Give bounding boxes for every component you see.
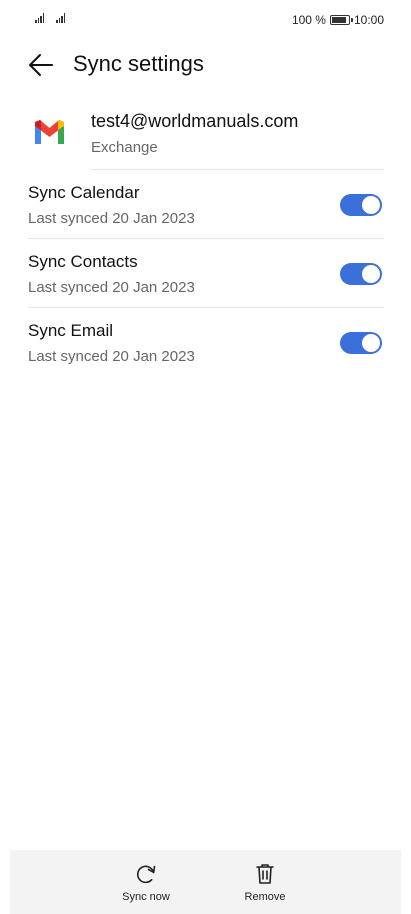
remove-button[interactable]: Remove [230,850,300,914]
status-right: 100 % 10:00 [292,13,384,27]
battery-percent: 100 % [291,13,326,27]
sync-item-title: Sync Contacts [28,252,138,271]
sync-item-contacts[interactable]: Sync Contacts Last synced 20 Jan 2023 [0,239,411,308]
sync-item-last-synced: Last synced 20 Jan 2023 [28,210,195,227]
sync-item-last-synced: Last synced 20 Jan 2023 [28,279,195,296]
sync-now-label: Sync now [122,891,170,903]
sync-item-calendar[interactable]: Sync Calendar Last synced 20 Jan 2023 [0,170,411,239]
account-type: Exchange [91,139,158,156]
sync-contacts-toggle[interactable] [340,263,382,285]
gmail-icon [35,120,64,144]
trash-icon [256,864,274,884]
signal-strength-icon-2 [56,13,65,23]
remove-label: Remove [244,891,286,903]
back-button[interactable] [24,50,58,80]
battery-icon [329,15,353,25]
sync-calendar-toggle[interactable] [340,194,382,216]
header: Sync settings [0,40,411,90]
arrow-left-icon [29,54,53,76]
sync-item-email[interactable]: Sync Email Last synced 20 Jan 2023 [0,308,411,377]
account-header: test4@worldmanuals.com Exchange [0,100,411,170]
bottom-action-bar: Sync now Remove [10,850,401,914]
clock: 10:00 [353,13,384,27]
sync-item-last-synced: Last synced 20 Jan 2023 [28,348,195,365]
refresh-icon [136,865,156,884]
sync-now-button[interactable]: Sync now [111,850,181,914]
page-title: Sync settings [73,51,204,76]
sync-list: Sync Calendar Last synced 20 Jan 2023 Sy… [0,170,411,377]
signal-strength-icon [35,13,44,23]
sync-item-title: Sync Email [28,321,114,340]
status-bar: 100 % 10:00 [0,0,411,40]
sync-email-toggle[interactable] [340,332,382,354]
sync-item-title: Sync Calendar [28,183,140,202]
account-email: test4@worldmanuals.com [91,111,299,131]
